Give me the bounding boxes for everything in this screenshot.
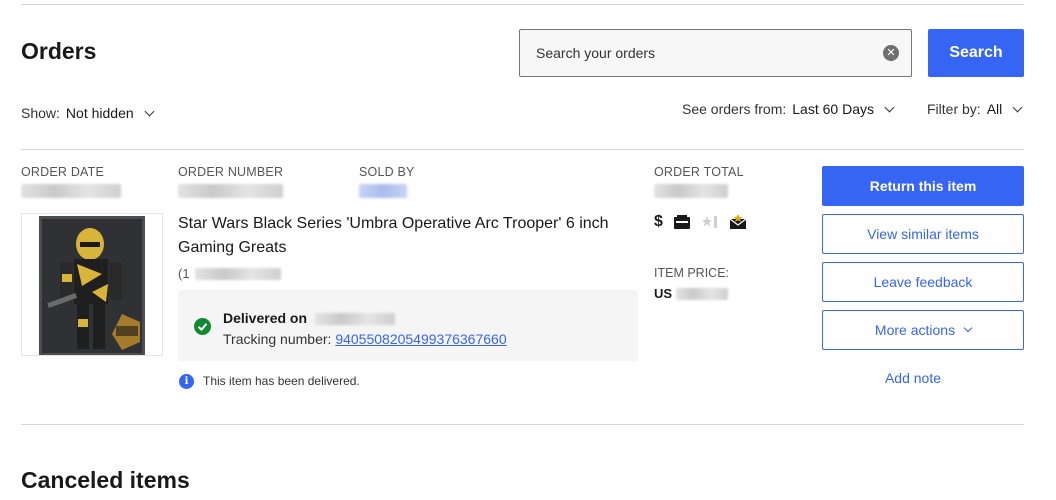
sold-by-header: SOLD BY [359, 165, 415, 179]
orders-from-value[interactable]: Last 60 Days [792, 101, 874, 117]
show-label: Show: [21, 105, 60, 121]
item-price-redacted [675, 288, 728, 300]
view-similar-button[interactable]: View similar items [822, 214, 1024, 254]
filter-by[interactable]: Filter by: All [927, 101, 1023, 117]
item-id-prefix: (1 [178, 266, 190, 281]
order-number-header: ORDER NUMBER [178, 165, 284, 179]
top-divider [21, 4, 1024, 5]
leave-feedback-button[interactable]: Leave feedback [822, 262, 1024, 302]
delivery-info-text: This item has been delivered. [203, 374, 360, 388]
more-actions-label: More actions [874, 322, 956, 338]
show-value[interactable]: Not hidden [66, 105, 134, 121]
seller-link-redacted[interactable] [359, 184, 407, 198]
order-status-icons: $ [654, 212, 747, 232]
filter-by-value[interactable]: All [987, 101, 1003, 117]
return-item-button[interactable]: Return this item [822, 166, 1024, 206]
delivered-status: Delivered on [223, 310, 395, 326]
chevron-down-icon [963, 323, 973, 333]
search-input[interactable]: Search your orders ✕ [519, 29, 912, 77]
tracking-info: Tracking number: 9405508205499376367660 [223, 331, 507, 347]
delivered-label: Delivered on [223, 310, 308, 326]
clear-search-icon[interactable]: ✕ [883, 45, 899, 61]
orders-from-label: See orders from: [682, 101, 787, 117]
item-id: (1 [178, 266, 282, 281]
action-figure-image [22, 214, 162, 355]
tracking-label: Tracking number: [223, 331, 332, 347]
feedback-star-icon [701, 216, 717, 228]
search-button[interactable]: Search [928, 29, 1024, 77]
more-actions-button[interactable]: More actions [822, 310, 1024, 350]
chevron-down-icon [144, 106, 155, 116]
order-number-redacted [178, 184, 283, 198]
dollar-icon: $ [654, 213, 663, 230]
item-id-redacted [195, 268, 282, 280]
orders-from-filter[interactable]: See orders from: Last 60 Days [682, 101, 895, 117]
chevron-down-icon [1012, 102, 1023, 112]
add-note-link[interactable]: Add note [822, 370, 1004, 386]
item-price-currency: US [654, 286, 673, 301]
item-price-label: ITEM PRICE: [654, 266, 730, 280]
order-total-redacted [654, 184, 728, 198]
divider [21, 149, 1024, 150]
package-icon [673, 215, 690, 229]
info-icon: i [179, 374, 194, 389]
search-placeholder: Search your orders [536, 45, 656, 61]
delivery-status-panel: Delivered on Tracking number: 9405508205… [178, 290, 638, 361]
message-icon [729, 214, 747, 229]
checkmark-icon [194, 318, 211, 335]
tracking-number-link[interactable]: 9405508205499376367660 [335, 331, 506, 347]
order-date-redacted [21, 184, 121, 198]
delivery-date-redacted [314, 313, 395, 325]
item-title-link[interactable]: Star Wars Black Series 'Umbra Operative … [178, 212, 628, 260]
chevron-down-icon [884, 102, 895, 112]
divider [21, 424, 1024, 425]
order-total-header: ORDER TOTAL [654, 165, 744, 179]
filter-by-label: Filter by: [927, 101, 981, 117]
order-date-header: ORDER DATE [21, 165, 105, 179]
item-price-value: US [654, 286, 728, 301]
page-title: Orders [21, 38, 97, 64]
item-thumbnail[interactable] [21, 213, 163, 356]
canceled-items-heading: Canceled items [21, 467, 190, 493]
show-filter[interactable]: Show: Not hidden [21, 105, 155, 121]
